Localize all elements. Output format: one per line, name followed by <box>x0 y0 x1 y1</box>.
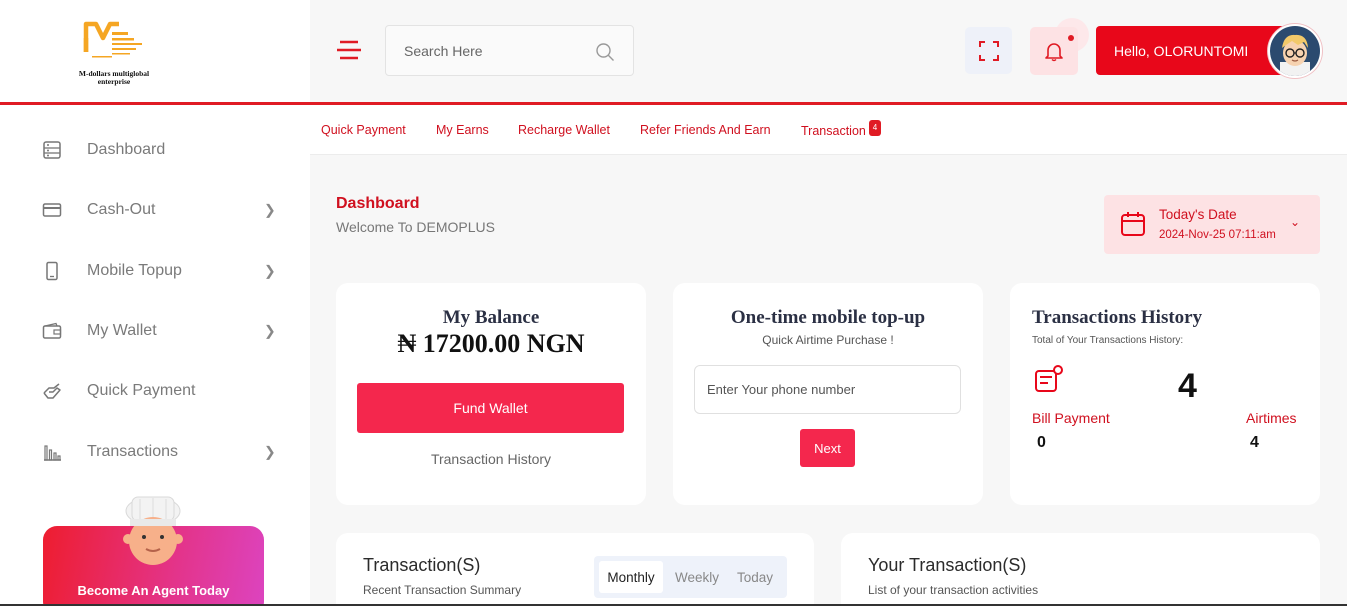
calendar-icon <box>1121 212 1145 236</box>
sidebar-item-my-wallet[interactable]: My Wallet ❯ <box>0 301 310 361</box>
topup-card: One-time mobile top-up Quick Airtime Pur… <box>673 283 983 505</box>
history-total-count: 4 <box>1178 367 1197 405</box>
brand-name: M-dollars multiglobal enterprise <box>64 70 164 86</box>
fund-wallet-button[interactable]: Fund Wallet <box>357 383 624 433</box>
transactions-panel-subtitle: Recent Transaction Summary <box>363 583 522 597</box>
notification-dot <box>1068 35 1074 41</box>
date-label: Today's Date <box>1159 207 1237 222</box>
topup-title: One-time mobile top-up <box>730 307 926 328</box>
sidebar-item-transactions[interactable]: Transactions ❯ <box>0 421 310 481</box>
history-title: Transactions History <box>1032 307 1203 328</box>
bill-notification-icon <box>1035 365 1063 392</box>
brand-logo[interactable]: M-dollars multiglobal enterprise <box>64 18 164 90</box>
sidebar-nav: Dashboard Cash-Out ❯ Mobile Topup ❯ My W… <box>0 120 310 482</box>
page-subtitle: Welcome To DEMOPLUS <box>336 219 495 235</box>
airtimes-value: 4 <box>1250 434 1259 451</box>
user-greeting: Hello, OLORUNTOMI <box>1114 42 1249 59</box>
search-box <box>385 25 634 76</box>
subnav-refer-friends[interactable]: Refer Friends And Earn <box>640 123 771 137</box>
period-tabs: Monthly Weekly Today <box>594 556 787 598</box>
dashboard-icon <box>42 140 62 160</box>
chevron-down-icon: ⌄ <box>1290 215 1301 229</box>
chevron-right-icon: ❯ <box>264 443 276 460</box>
wallet-icon <box>42 321 62 341</box>
hand-payment-icon <box>42 381 62 401</box>
sidebar-item-dashboard[interactable]: Dashboard <box>0 120 310 180</box>
your-transactions-subtitle: List of your transaction activities <box>868 583 1039 597</box>
bar-chart-icon <box>42 442 62 462</box>
subnav-transaction[interactable]: Transaction <box>801 124 866 138</box>
date-value: 2024-Nov-25 07:11:am <box>1159 229 1276 241</box>
search-input[interactable] <box>404 26 594 75</box>
avatar-image <box>1270 26 1320 76</box>
bill-payment-value: 0 <box>1037 434 1046 451</box>
sidebar-item-label: Dashboard <box>87 141 166 159</box>
balance-card: My Balance ₦ 17200.00 NGN Fund Wallet Tr… <box>336 283 646 505</box>
transaction-count-badge: 4 <box>869 120 881 136</box>
airtimes-label: Airtimes <box>1246 410 1297 426</box>
user-menu-button[interactable]: Hello, OLORUNTOMI <box>1096 26 1286 75</box>
bill-payment-label: Bill Payment <box>1032 410 1110 426</box>
sidebar-item-mobile-topup[interactable]: Mobile Topup ❯ <box>0 241 310 301</box>
topup-subtitle: Quick Airtime Purchase ! <box>762 333 894 347</box>
search-icon[interactable] <box>595 42 615 62</box>
chevron-right-icon: ❯ <box>264 322 276 339</box>
subnav-recharge-wallet[interactable]: Recharge Wallet <box>518 123 610 137</box>
credit-card-icon <box>42 200 62 220</box>
transactions-panel: Transaction(S) Recent Transaction Summar… <box>336 533 814 606</box>
transaction-history-link[interactable]: Transaction History <box>336 451 646 467</box>
tab-today[interactable]: Today <box>730 561 780 593</box>
sidebar-item-label: Cash-Out <box>87 201 156 219</box>
chef-illustration-icon <box>123 496 183 565</box>
brand-name-line2: enterprise <box>97 77 131 86</box>
avatar[interactable] <box>1268 24 1322 78</box>
tab-weekly[interactable]: Weekly <box>666 561 728 593</box>
fullscreen-button[interactable] <box>965 27 1012 74</box>
transactions-history-card: Transactions History Total of Your Trans… <box>1010 283 1320 505</box>
page-title: Dashboard <box>336 195 420 212</box>
your-transactions-title: Your Transaction(S) <box>868 555 1027 575</box>
sidebar-item-label: Quick Payment <box>87 382 196 400</box>
sidebar-item-label: Mobile Topup <box>87 261 182 279</box>
sidebar-item-label: Transactions <box>87 442 178 460</box>
balance-title: My Balance <box>442 307 540 328</box>
sidebar-item-quick-payment[interactable]: Quick Payment <box>0 361 310 421</box>
mobile-phone-icon <box>42 261 62 281</box>
subnav-quick-payment[interactable]: Quick Payment <box>321 123 406 137</box>
history-subtitle: Total of Your Transactions History: <box>1032 335 1184 346</box>
your-transactions-panel: Your Transaction(S) List of your transac… <box>841 533 1320 606</box>
transactions-panel-title: Transaction(S) <box>363 555 481 575</box>
sidebar-item-cash-out[interactable]: Cash-Out ❯ <box>0 180 310 240</box>
logo-mark-icon <box>83 21 142 58</box>
sub-navigation: Quick Payment My Earns Recharge Wallet R… <box>310 105 1347 155</box>
bell-icon <box>1045 43 1063 62</box>
date-selector[interactable]: Today's Date 2024-Nov-25 07:11:am ⌄ <box>1104 195 1320 254</box>
balance-amount: ₦ 17200.00 NGN <box>397 329 585 358</box>
sidebar: M-dollars multiglobal enterprise Dashboa… <box>0 0 310 606</box>
subnav-my-earns[interactable]: My Earns <box>436 123 489 137</box>
hamburger-menu-icon[interactable] <box>337 38 361 62</box>
next-button[interactable]: Next <box>800 429 855 467</box>
phone-number-input[interactable] <box>694 365 961 414</box>
sidebar-item-label: My Wallet <box>87 322 157 340</box>
chevron-right-icon: ❯ <box>264 262 276 279</box>
chevron-right-icon: ❯ <box>264 201 276 218</box>
become-agent-label: Become An Agent Today <box>77 583 230 598</box>
tab-monthly[interactable]: Monthly <box>599 561 663 593</box>
fullscreen-icon <box>978 40 999 61</box>
